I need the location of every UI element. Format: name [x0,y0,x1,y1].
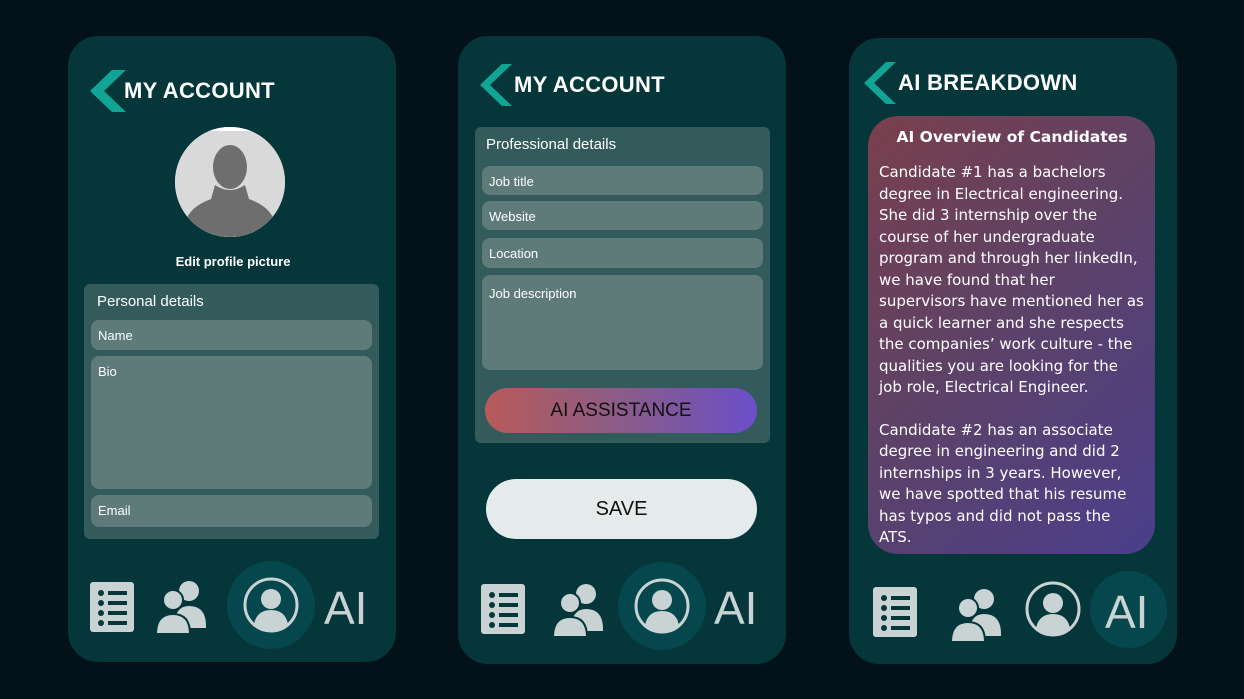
ai-nav-label[interactable]: AI [1105,585,1148,639]
email-field[interactable]: Email [91,495,372,527]
phone-screen-my-account-professional: MY ACCOUNT Professional details Job titl… [458,36,786,664]
page-title: MY ACCOUNT [514,72,665,97]
phone-screen-ai-breakdown: AI BREAKDOWN AI Overview of Candidates C… [849,38,1177,664]
list-icon[interactable] [90,582,134,632]
professional-details-panel: Professional details Job title Website L… [475,127,770,443]
users-icon[interactable] [553,581,603,637]
page-title: AI BREAKDOWN [898,70,1078,95]
back-chevron-icon[interactable] [480,62,516,108]
person-silhouette-icon [175,127,285,237]
phone-screen-my-account-personal: MY ACCOUNT Edit profile picture Personal… [68,36,396,662]
header: AI BREAKDOWN [864,60,1078,106]
avatar[interactable] [175,127,285,237]
edit-profile-picture-link[interactable]: Edit profile picture [68,254,398,269]
candidate-1-summary: Candidate #1 has a bachelors degree in E… [879,163,1144,396]
header: MY ACCOUNT [90,68,275,114]
job-description-field[interactable]: Job description [482,275,763,370]
back-chevron-icon[interactable] [864,60,900,106]
section-title: Professional details [486,136,617,153]
save-button[interactable]: SAVE [486,479,757,539]
card-title: AI Overview of Candidates [896,128,1128,146]
page-title: MY ACCOUNT [124,78,275,103]
name-field[interactable]: Name [91,320,372,350]
candidate-2-summary: Candidate #2 has an associate degree in … [879,420,1127,547]
list-icon[interactable] [481,584,525,634]
ai-assistance-button[interactable]: AI ASSISTANCE [485,388,757,433]
website-field[interactable]: Website [482,201,763,230]
header: MY ACCOUNT [480,62,665,108]
job-title-field[interactable]: Job title [482,166,763,195]
list-icon[interactable] [873,587,917,637]
section-title: Personal details [97,293,204,310]
profile-icon[interactable] [243,577,299,633]
back-chevron-icon[interactable] [90,68,126,114]
ai-overview-card: AI Overview of Candidates Candidate #1 h… [868,116,1155,554]
users-icon[interactable] [156,578,206,634]
users-icon[interactable] [951,586,1001,642]
ai-nav-label[interactable]: AI [714,581,757,635]
location-field[interactable]: Location [482,238,763,268]
profile-icon[interactable] [1025,581,1081,637]
profile-icon[interactable] [634,578,690,634]
personal-details-panel: Personal details Name Bio Email [84,284,379,539]
bio-field[interactable]: Bio [91,356,372,489]
ai-nav-label[interactable]: AI [324,581,367,635]
